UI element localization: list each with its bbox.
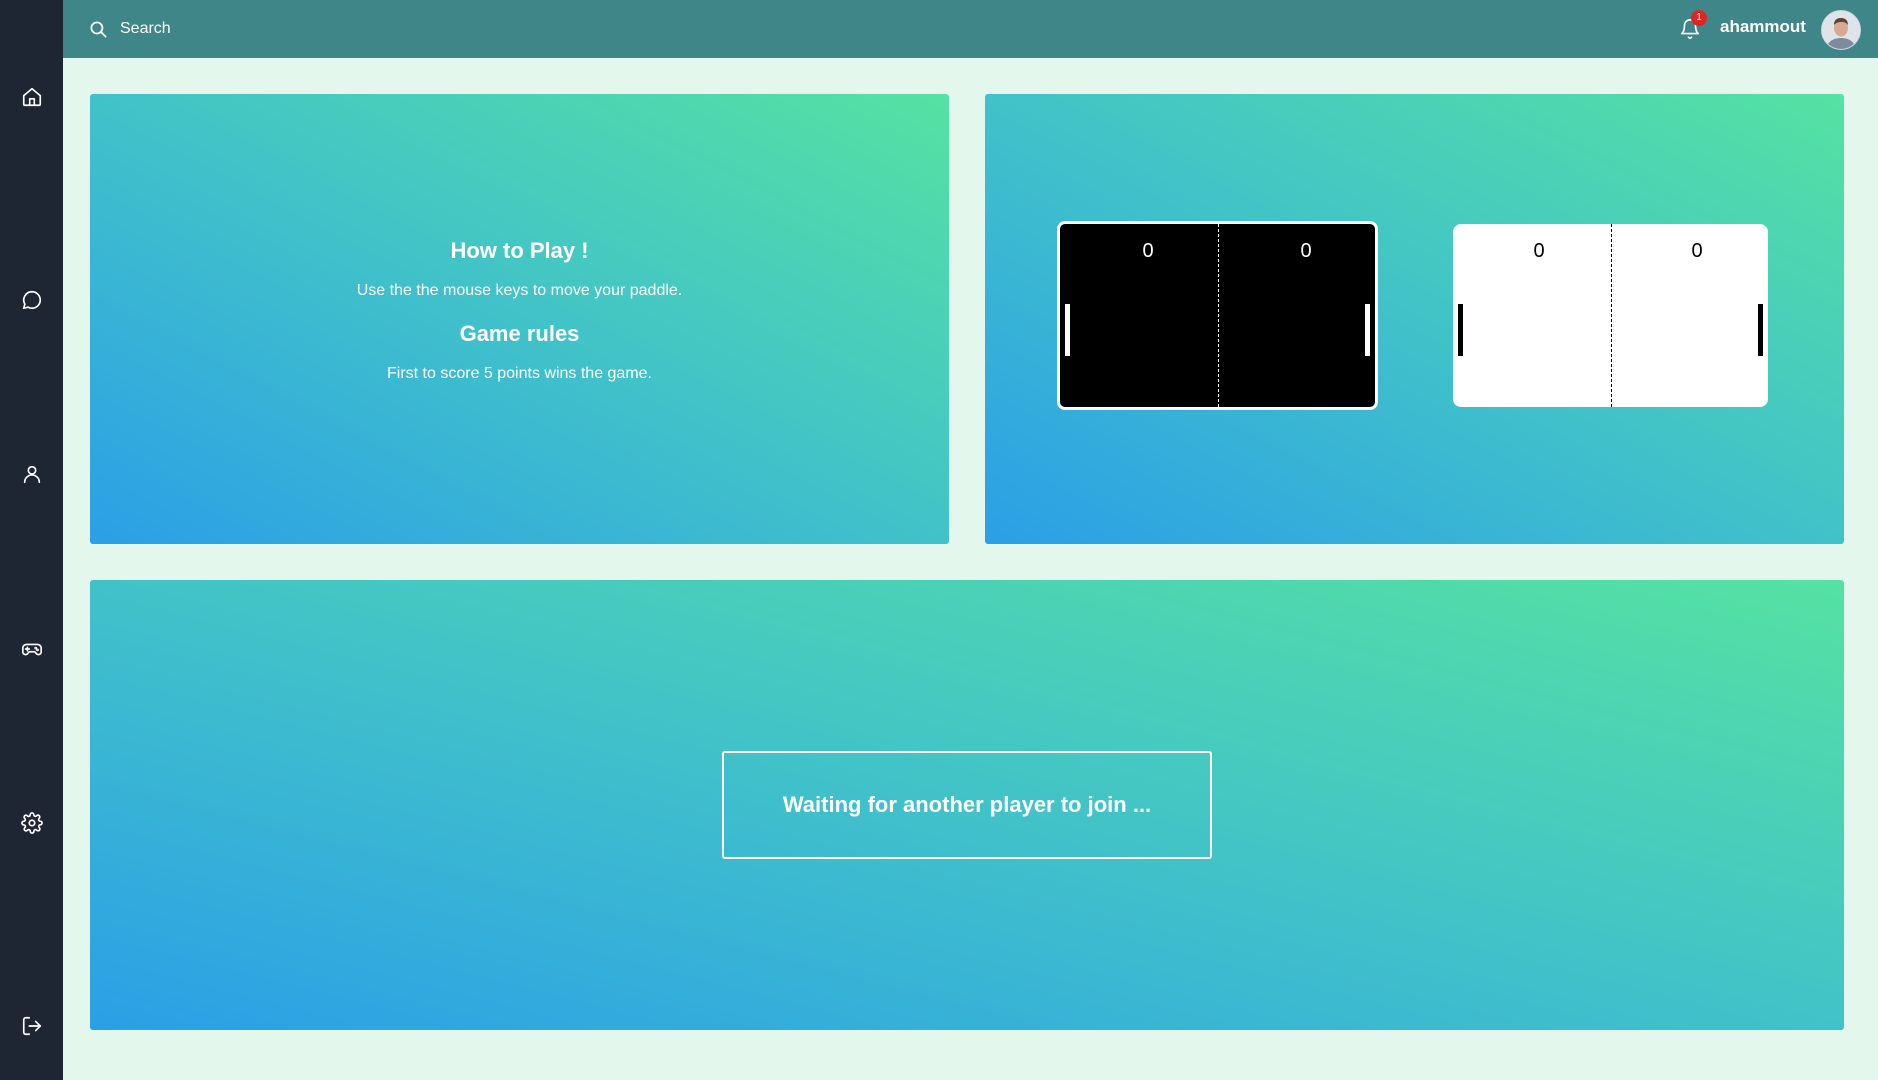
game-rules-title: Game rules	[459, 321, 580, 346]
game-area-card: Waiting for another player to join ...	[90, 580, 1844, 1030]
chat-bubble-icon[interactable]	[17, 285, 47, 315]
notification-badge: 1	[1691, 10, 1707, 26]
left-paddle	[1065, 304, 1070, 356]
dark-theme-option[interactable]: 0 0	[1057, 221, 1378, 410]
user-icon[interactable]	[17, 459, 47, 489]
top-bar: 1 ahammout	[63, 0, 1878, 58]
center-line	[1217, 224, 1219, 407]
left-paddle	[1458, 304, 1463, 356]
how-to-play-title: How to Play !	[450, 238, 589, 263]
search-bar	[89, 16, 422, 42]
waiting-message: Waiting for another player to join ...	[722, 751, 1212, 859]
theme-selection-card: 0 0 0 0	[985, 94, 1844, 544]
username[interactable]: ahammout	[1720, 17, 1806, 37]
right-paddle	[1365, 304, 1370, 356]
sidebar	[0, 0, 63, 1080]
search-icon	[90, 21, 107, 37]
left-score: 0	[1533, 240, 1545, 262]
home-icon[interactable]	[17, 82, 47, 112]
right-score: 0	[1691, 240, 1703, 262]
light-theme-option[interactable]: 0 0	[1453, 224, 1768, 407]
how-to-play-card: How to Play ! Use the the mouse keys to …	[90, 94, 949, 544]
center-line	[1610, 224, 1612, 407]
game-rules-text: First to score 5 points wins the game.	[387, 365, 652, 382]
right-score: 0	[1300, 240, 1312, 262]
search-input[interactable]	[118, 19, 422, 39]
right-paddle	[1758, 304, 1763, 356]
logout-icon[interactable]	[17, 1011, 47, 1041]
avatar[interactable]	[1821, 10, 1861, 50]
gear-icon[interactable]	[17, 808, 47, 838]
left-score: 0	[1142, 240, 1154, 262]
gamepad-icon[interactable]	[17, 634, 47, 664]
how-to-play-instructions: Use the the mouse keys to move your padd…	[356, 282, 683, 299]
notification-bell-icon[interactable]: 1	[1679, 10, 1707, 42]
